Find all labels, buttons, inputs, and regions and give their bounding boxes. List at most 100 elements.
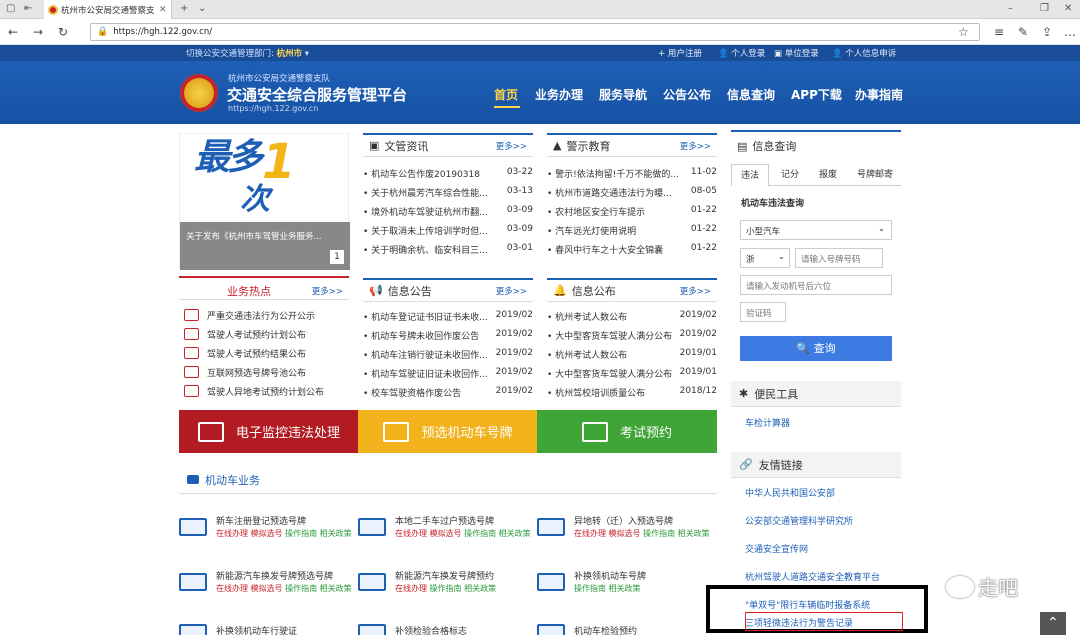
nav-home[interactable]: 首页 bbox=[494, 86, 518, 103]
close-window-icon[interactable]: ✕ bbox=[1064, 3, 1072, 14]
friend-link[interactable]: 中华人民共和国公安部 bbox=[745, 486, 835, 499]
list-item[interactable]: • 杭州市道路交通违法行为曝... 08-05 bbox=[547, 186, 717, 204]
refresh-icon[interactable]: ↻ bbox=[58, 25, 68, 39]
forward-icon[interactable]: → bbox=[33, 25, 43, 39]
preselect-plate-button[interactable]: 预选机动车号牌 bbox=[358, 410, 538, 453]
hub-icon[interactable]: ≡ bbox=[994, 25, 1004, 39]
engine-number-input[interactable]: 请输入发动机号后六位 bbox=[740, 275, 892, 295]
policy-link[interactable]: 相关政策 bbox=[678, 529, 710, 538]
favorite-star-icon[interactable]: ☆ bbox=[958, 25, 969, 39]
simulate-link[interactable]: 模拟选号 bbox=[430, 529, 462, 538]
guide-link[interactable]: 操作指南 bbox=[285, 529, 317, 538]
list-item[interactable]: • 杭州驾校培训质量公布 2018/12 bbox=[547, 386, 717, 404]
service-item[interactable]: 补换领机动车号牌 操作指南 相关政策 bbox=[537, 569, 713, 605]
list-item[interactable]: • 农村地区安全行车提示 01-22 bbox=[547, 205, 717, 223]
list-item[interactable]: • 大中型客货车驾驶人满分公布 2019/02 bbox=[547, 329, 717, 347]
policy-link[interactable]: 相关政策 bbox=[609, 584, 641, 593]
list-item[interactable]: • 杭州考试人数公布 2019/01 bbox=[547, 348, 717, 366]
register-link[interactable]: + 用户注册 bbox=[658, 47, 702, 59]
notice-more-link[interactable]: 更多>> bbox=[496, 285, 527, 297]
simulate-link[interactable]: 模拟选号 bbox=[609, 529, 641, 538]
service-item[interactable]: 新能源汽车换发号牌预约 在线办理 操作指南 相关政策 bbox=[358, 569, 534, 605]
e-monitor-violation-button[interactable]: 电子监控违法处理 bbox=[179, 410, 359, 453]
share-icon[interactable]: ⇪ bbox=[1042, 25, 1052, 39]
banner-page-indicator[interactable]: 1 bbox=[330, 250, 344, 264]
inspection-calculator-link[interactable]: 车检计算器 bbox=[745, 416, 790, 429]
list-item[interactable]: • 机动车号牌未收回作废公告 2019/02 bbox=[363, 329, 533, 347]
maximize-icon[interactable]: ❐ bbox=[1040, 3, 1049, 14]
guide-link[interactable]: 操作指南 bbox=[574, 584, 606, 593]
friend-link[interactable]: 杭州驾驶人道路交通安全教育平台 bbox=[745, 570, 880, 583]
captcha-input[interactable]: 验证码 bbox=[740, 302, 786, 322]
service-item[interactable]: 新车注册登记预选号牌 在线办理 模拟选号 操作指南 相关政策 bbox=[179, 514, 355, 550]
more-icon[interactable]: … bbox=[1064, 25, 1076, 39]
nav-app-download[interactable]: APP下载 bbox=[791, 86, 842, 103]
list-item[interactable]: • 杭州考试人数公布 2019/02 bbox=[547, 310, 717, 328]
list-item[interactable]: • 机动车注销行驶证未收回作... 2019/02 bbox=[363, 348, 533, 366]
new-tab-icon[interactable]: + bbox=[180, 3, 188, 14]
list-item[interactable]: • 境外机动车驾驶证杭州市翻... 03-09 bbox=[363, 205, 533, 223]
notes-icon[interactable]: ✎ bbox=[1018, 25, 1028, 39]
online-link[interactable]: 在线办理 bbox=[395, 529, 427, 538]
publish-more-link[interactable]: 更多>> bbox=[680, 285, 711, 297]
service-item[interactable]: 补领检验合格标志 bbox=[358, 622, 534, 635]
service-item[interactable]: 本地二手车过户预选号牌 在线办理 模拟选号 操作指南 相关政策 bbox=[358, 514, 534, 550]
hot-more-link[interactable]: 更多>> bbox=[312, 285, 343, 297]
exam-booking-button[interactable]: 考试预约 bbox=[537, 410, 717, 453]
policy-link[interactable]: 相关政策 bbox=[499, 529, 531, 538]
unit-login-link[interactable]: ▣ 单位登录 bbox=[774, 47, 819, 59]
nav-announcements[interactable]: 公告公布 bbox=[663, 86, 711, 103]
service-item[interactable]: 异地转（迁）入预选号牌 在线办理 模拟选号 操作指南 相关政策 bbox=[537, 514, 713, 550]
appeal-link[interactable]: 👤 个人信息申诉 bbox=[832, 47, 896, 59]
policy-link[interactable]: 相关政策 bbox=[320, 529, 352, 538]
back-icon[interactable]: ← bbox=[8, 25, 18, 39]
tab-violation[interactable]: 违法 bbox=[731, 164, 769, 186]
scroll-top-button[interactable]: ⌃ bbox=[1040, 612, 1066, 635]
tab-scrap[interactable]: 报废 bbox=[811, 164, 845, 186]
list-item[interactable]: • 机动车公告作废20190318 03-22 bbox=[363, 167, 533, 185]
nav-service-guide[interactable]: 服务导航 bbox=[599, 86, 647, 103]
promo-banner[interactable]: 最多 1 次 关于发布《杭州市车驾管业务服务... 1 bbox=[179, 133, 350, 270]
tab-points[interactable]: 记分 bbox=[773, 164, 807, 186]
online-link[interactable]: 在线办理 bbox=[216, 529, 248, 538]
list-item[interactable]: • 关于明确余杭、临安科目三... 03-01 bbox=[363, 243, 533, 261]
list-item[interactable]: • 机动车驾驶证旧证未收回作... 2019/02 bbox=[363, 367, 533, 385]
plate-number-input[interactable]: 请输入号牌号码 bbox=[795, 248, 883, 268]
minimize-icon[interactable]: – bbox=[1008, 3, 1013, 14]
friend-link[interactable]: 交通安全宣传网 bbox=[745, 542, 808, 555]
browser-tab[interactable]: 杭州市公安局交通警察支 ✕ bbox=[44, 0, 172, 19]
service-item[interactable]: 补换领机动车行驶证 bbox=[179, 622, 355, 635]
tab-actions-icon[interactable]: ▢ bbox=[6, 3, 15, 14]
list-item[interactable]: • 机动车登记证书旧证书未收... 2019/02 bbox=[363, 310, 533, 328]
nav-business[interactable]: 业务办理 bbox=[535, 86, 583, 103]
list-item[interactable]: • 警示!依法拘留!千万不能做的... 11-02 bbox=[547, 167, 717, 185]
guide-link[interactable]: 操作指南 bbox=[430, 584, 462, 593]
nav-guide[interactable]: 办事指南 bbox=[855, 86, 903, 103]
guide-link[interactable]: 操作指南 bbox=[464, 529, 496, 538]
tab-plate-mail[interactable]: 号牌邮寄 bbox=[849, 164, 901, 186]
vehicle-type-select[interactable]: 小型汽车 ⌄ bbox=[740, 220, 892, 240]
query-button[interactable]: 🔍 查询 bbox=[740, 336, 892, 361]
banner-caption[interactable]: 关于发布《杭州市车驾管业务服务... 1 bbox=[180, 222, 350, 270]
list-item[interactable]: • 春风中行车之十大安全锦囊 01-22 bbox=[547, 243, 717, 261]
policy-link[interactable]: 相关政策 bbox=[320, 584, 352, 593]
nav-info-query[interactable]: 信息查询 bbox=[727, 86, 775, 103]
news-more-link[interactable]: 更多>> bbox=[496, 140, 527, 152]
close-icon[interactable]: ✕ bbox=[159, 5, 167, 15]
list-item[interactable]: • 大中型客货车驾驶人满分公布 2019/01 bbox=[547, 367, 717, 385]
online-link[interactable]: 在线办理 bbox=[395, 584, 427, 593]
province-select[interactable]: 浙 ⌄ bbox=[740, 248, 790, 268]
hot-item[interactable]: 驾驶人考试预约结果公布 bbox=[184, 344, 306, 362]
personal-login-link[interactable]: 👤 个人登录 bbox=[718, 47, 765, 59]
hot-item[interactable]: 驾驶人考试预约计划公布 bbox=[184, 325, 306, 343]
online-link[interactable]: 在线办理 bbox=[574, 529, 606, 538]
hot-item[interactable]: 驾驶人异地考试预约计划公布 bbox=[184, 382, 324, 400]
list-item[interactable]: • 汽车远光灯使用说明 01-22 bbox=[547, 224, 717, 242]
guide-link[interactable]: 操作指南 bbox=[643, 529, 675, 538]
list-item[interactable]: • 关于杭州晨芳汽车综合性能... 03-13 bbox=[363, 186, 533, 204]
service-item[interactable]: 机动车检验预约 bbox=[537, 622, 713, 635]
address-bar[interactable]: 🔒 https://hgh.122.gov.cn/ bbox=[90, 23, 980, 41]
chevron-down-icon[interactable]: ⌄ bbox=[198, 3, 206, 14]
online-link[interactable]: 在线办理 bbox=[216, 584, 248, 593]
policy-link[interactable]: 相关政策 bbox=[464, 584, 496, 593]
